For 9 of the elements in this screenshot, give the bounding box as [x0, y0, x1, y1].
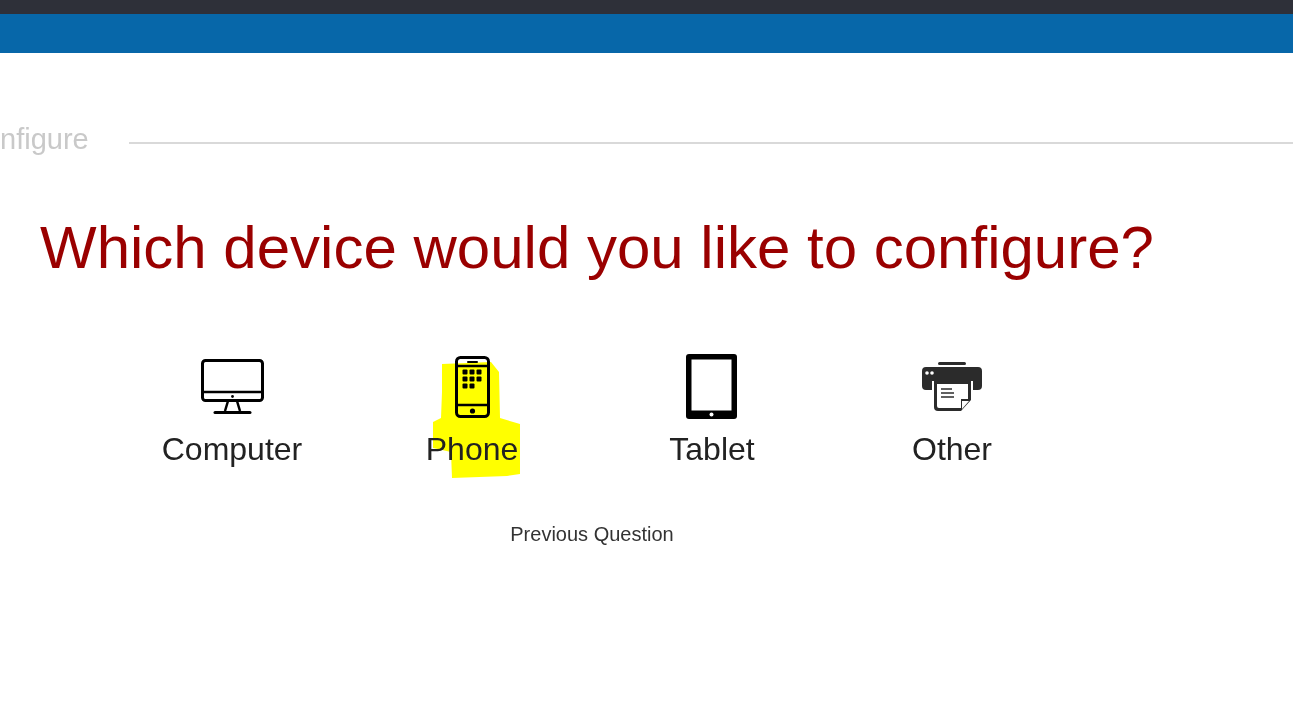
smartphone-icon [454, 355, 490, 418]
printer-icon [922, 361, 982, 412]
question-heading: Which device would you like to configure? [40, 213, 1155, 283]
device-option[interactable]: Tablet [669, 354, 755, 468]
device-option[interactable]: Other [912, 354, 992, 468]
previous-question-link[interactable]: Previous Question [510, 522, 674, 546]
monitor-icon [200, 359, 264, 414]
device-option[interactable]: Computer [161, 354, 303, 468]
tablet-icon [686, 354, 738, 419]
